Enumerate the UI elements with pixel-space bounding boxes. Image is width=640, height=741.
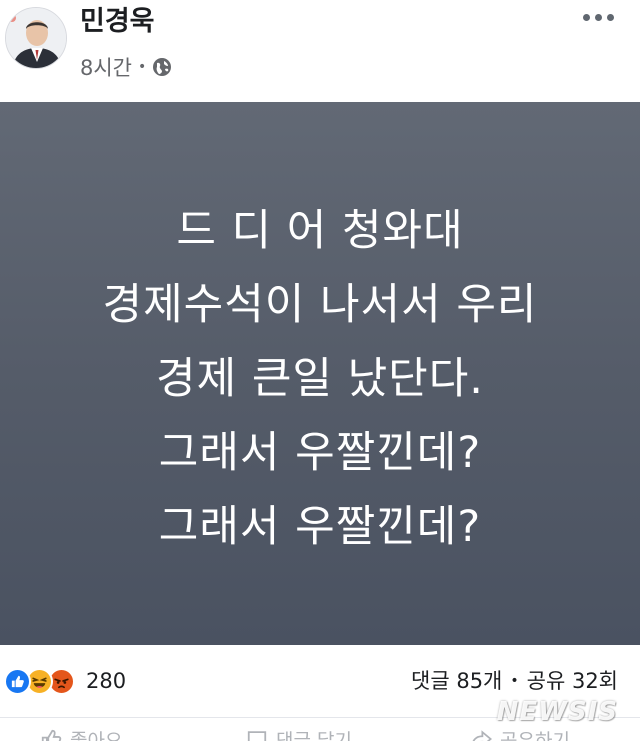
post-line: 경제 큰일 났단다. [156, 353, 484, 404]
more-options-button[interactable] [578, 2, 618, 32]
comment-button[interactable]: 댓글 달기 [246, 724, 352, 741]
like-icon [4, 667, 31, 695]
comment-label: 댓글 달기 [276, 729, 352, 741]
post-body: 드 디 어 청와대 경제수석이 나서서 우리 경제 큰일 났단다. 그래서 우짤… [103, 184, 538, 564]
like-label: 좋아요 [70, 729, 123, 741]
post-line: 그래서 우짤낀데? [158, 501, 482, 552]
author-avatar[interactable] [5, 7, 67, 69]
newsis-watermark: NEWSIS [496, 697, 618, 727]
like-button[interactable]: 좋아요 [40, 724, 122, 741]
engagement-stats: 댓글 85개 • 공유 32회 [411, 667, 618, 695]
reaction-icons[interactable] [4, 666, 75, 696]
post-timestamp[interactable]: 8시간 [80, 52, 132, 82]
meta-separator: • [138, 59, 147, 75]
globe-icon[interactable] [152, 57, 172, 77]
more-dot-icon [582, 13, 590, 21]
post-line: 경제수석이 나서서 우리 [102, 279, 538, 330]
share-icon [472, 730, 492, 741]
post-header: 민경욱 8시간 • [0, 0, 640, 102]
post-line: 드 디 어 청와대 [176, 205, 464, 256]
thumbs-up-icon [41, 729, 62, 741]
comment-count[interactable]: 댓글 85개 [411, 667, 502, 695]
author-name[interactable]: 민경욱 [80, 4, 155, 40]
avatar-photo [6, 8, 66, 68]
share-label: 공유하기 [500, 729, 570, 741]
post-line: 그래서 우짤낀데? [158, 427, 482, 478]
post-meta: 8시간 • [80, 52, 172, 82]
more-dot-icon [594, 13, 602, 21]
stats-separator: • [510, 673, 519, 689]
more-dot-icon [606, 13, 614, 21]
comment-icon [247, 731, 267, 741]
post-text-card[interactable]: 드 디 어 청와대 경제수석이 나서서 우리 경제 큰일 났단다. 그래서 우짤… [0, 102, 640, 645]
reaction-count[interactable]: 280 [86, 667, 126, 695]
share-count[interactable]: 공유 32회 [527, 667, 618, 695]
